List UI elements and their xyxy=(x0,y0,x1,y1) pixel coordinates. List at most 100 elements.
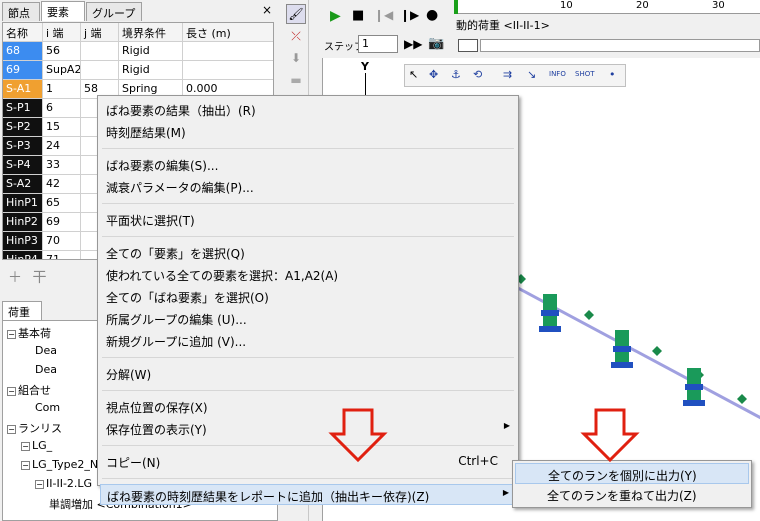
table-cell[interactable]: S-A2 xyxy=(3,175,43,194)
menu-item[interactable]: 所属グループの編集 (U)... xyxy=(100,308,516,329)
expand-icon[interactable]: − xyxy=(21,460,30,470)
table-row[interactable]: 68 56 Rigid xyxy=(3,42,273,61)
filter-icon[interactable]: 干 xyxy=(32,270,46,286)
col-header-j[interactable]: j 端 xyxy=(81,23,119,42)
menu-item[interactable]: 全ての「ばね要素」を選択(O) xyxy=(100,286,516,307)
play-icon[interactable]: ▶ xyxy=(330,8,341,24)
add-icon[interactable]: ＋ xyxy=(8,270,22,286)
table-cell[interactable]: 68 xyxy=(3,42,43,61)
tab-load[interactable]: 荷重 xyxy=(2,301,42,321)
table-row[interactable]: 69 SupA2 Rigid xyxy=(3,61,273,80)
table-cell[interactable]: S-P3 xyxy=(3,137,43,156)
step-back-icon[interactable]: ❙◀ xyxy=(374,8,393,22)
menu-item[interactable]: 視点位置の保存(X) xyxy=(100,396,516,417)
table-cell[interactable]: Rigid xyxy=(119,42,183,61)
table-cell[interactable]: S-P1 xyxy=(3,99,43,118)
tree-node[interactable]: − 基本荷 xyxy=(7,325,51,341)
table-cell[interactable] xyxy=(183,61,273,80)
expand-icon[interactable]: − xyxy=(7,329,16,339)
brush-icon[interactable]: 🖌 xyxy=(286,4,306,24)
table-cell[interactable]: SupA2 xyxy=(43,61,81,80)
expand-icon[interactable]: − xyxy=(21,441,30,451)
expand-icon[interactable]: − xyxy=(7,386,16,396)
table-cell[interactable]: 1 xyxy=(43,80,81,99)
pointer-icon[interactable]: ↖ xyxy=(409,68,418,81)
rotate-icon[interactable]: ⟲ xyxy=(473,68,482,81)
step-forward-icon[interactable]: ❙▶ xyxy=(400,8,419,22)
tree-node[interactable]: Dea xyxy=(35,344,57,357)
table-cell[interactable]: S-P4 xyxy=(3,156,43,175)
menu-item-label: コピー(N) xyxy=(106,456,161,470)
col-header-cond[interactable]: 境界条件 xyxy=(119,23,183,42)
table-cell[interactable]: 24 xyxy=(43,137,81,156)
table-cell[interactable]: S-P2 xyxy=(3,118,43,137)
menu-item[interactable]: 分解(W) xyxy=(100,363,516,384)
tree-node[interactable]: Dea xyxy=(35,363,57,376)
table-cell[interactable] xyxy=(81,61,119,80)
time-cursor[interactable] xyxy=(454,0,458,14)
table-cell[interactable]: 69 xyxy=(43,213,81,232)
timeline-slider[interactable] xyxy=(480,39,760,52)
curve-icon[interactable]: ⤫ xyxy=(286,26,306,46)
table-cell[interactable]: HinP4 xyxy=(3,251,43,259)
menu-item[interactable]: 新規グループに追加 (V)... xyxy=(100,330,516,351)
tab-elements[interactable]: 要素 xyxy=(41,1,85,21)
step-input[interactable]: 1 xyxy=(358,35,398,53)
col-header-len[interactable]: 長さ (m) xyxy=(183,23,273,42)
shot-icon[interactable]: SHOT xyxy=(575,70,595,78)
info-icon[interactable]: INFO xyxy=(549,70,566,78)
tree-node[interactable]: − 組合せ xyxy=(7,382,51,398)
table-cell[interactable]: Rigid xyxy=(119,61,183,80)
pan-icon[interactable]: ✥ xyxy=(429,68,438,81)
table-cell[interactable]: 56 xyxy=(43,42,81,61)
table-cell[interactable]: 71 xyxy=(43,251,81,259)
table-cell[interactable]: 69 xyxy=(3,61,43,80)
table-cell[interactable]: HinP1 xyxy=(3,194,43,213)
submenu-item[interactable]: 全てのランを重ねて出力(Z) xyxy=(515,484,749,505)
anchor-icon[interactable]: ⚓ xyxy=(451,68,461,81)
stop-icon[interactable]: ■ xyxy=(352,8,364,23)
tab-groups[interactable]: グループ xyxy=(86,2,142,21)
expand-icon[interactable]: − xyxy=(35,479,44,489)
col-header-i[interactable]: i 端 xyxy=(43,23,81,42)
menu-item[interactable]: ばね要素の結果（抽出）(R) xyxy=(100,99,516,120)
table-cell[interactable]: 6 xyxy=(43,99,81,118)
menu-item[interactable]: 全ての「要素」を選択(Q) xyxy=(100,242,516,263)
menu-item[interactable]: コピー(N) Ctrl+C xyxy=(100,451,516,472)
menu-item[interactable]: 保存位置の表示(Y) ▶ xyxy=(100,418,516,439)
table-cell[interactable] xyxy=(183,42,273,61)
record-icon[interactable]: ● xyxy=(426,7,438,23)
progress-box[interactable] xyxy=(458,39,478,52)
table-cell[interactable]: 42 xyxy=(43,175,81,194)
menu-item[interactable]: ばね要素の編集(S)... xyxy=(100,154,516,175)
fast-forward-icon[interactable]: ▶▶ xyxy=(404,37,422,51)
tree-node[interactable]: − ランリス xyxy=(7,420,62,436)
table-cell[interactable]: S-A1 xyxy=(3,80,43,99)
menu-item[interactable]: 時刻歴結果(M) xyxy=(100,121,516,142)
minus-icon[interactable]: ▬ xyxy=(286,70,306,90)
close-icon[interactable]: × xyxy=(262,3,272,17)
tree-node[interactable]: − II-II-2.LG xyxy=(35,477,92,490)
table-cell[interactable]: 15 xyxy=(43,118,81,137)
tree-node[interactable]: − LG_ xyxy=(21,439,52,452)
menu-item[interactable]: 使われている全ての要素を選択：A1,A2(A) xyxy=(100,264,516,285)
menu-item[interactable]: 平面状に選択(T) xyxy=(100,209,516,230)
table-cell[interactable]: 65 xyxy=(43,194,81,213)
table-cell[interactable]: HinP2 xyxy=(3,213,43,232)
down-icon[interactable]: ⬇ xyxy=(286,48,306,68)
table-cell[interactable] xyxy=(81,42,119,61)
dot-icon[interactable]: • xyxy=(609,68,616,81)
expand-icon[interactable]: − xyxy=(7,424,16,434)
table-cell[interactable]: 70 xyxy=(43,232,81,251)
table-cell[interactable]: HinP3 xyxy=(3,232,43,251)
submenu-item[interactable]: 全てのランを個別に出力(Y) xyxy=(515,463,749,484)
menu-item[interactable]: ばね要素の時刻歴結果をレポートに追加（抽出キー依存)(Z) ▶ xyxy=(100,484,516,505)
menu-item[interactable]: 減衰パラメータの編集(P)... xyxy=(100,176,516,197)
col-header-name[interactable]: 名称 xyxy=(3,23,43,42)
tree-node[interactable]: Com xyxy=(35,401,60,414)
camera-icon[interactable]: 📷 xyxy=(428,36,444,51)
tab-nodes[interactable]: 節点 xyxy=(2,2,40,21)
table-cell[interactable]: 33 xyxy=(43,156,81,175)
measure-icon[interactable]: ↘ xyxy=(527,68,536,81)
fit-icon[interactable]: ⇉ xyxy=(503,68,512,81)
